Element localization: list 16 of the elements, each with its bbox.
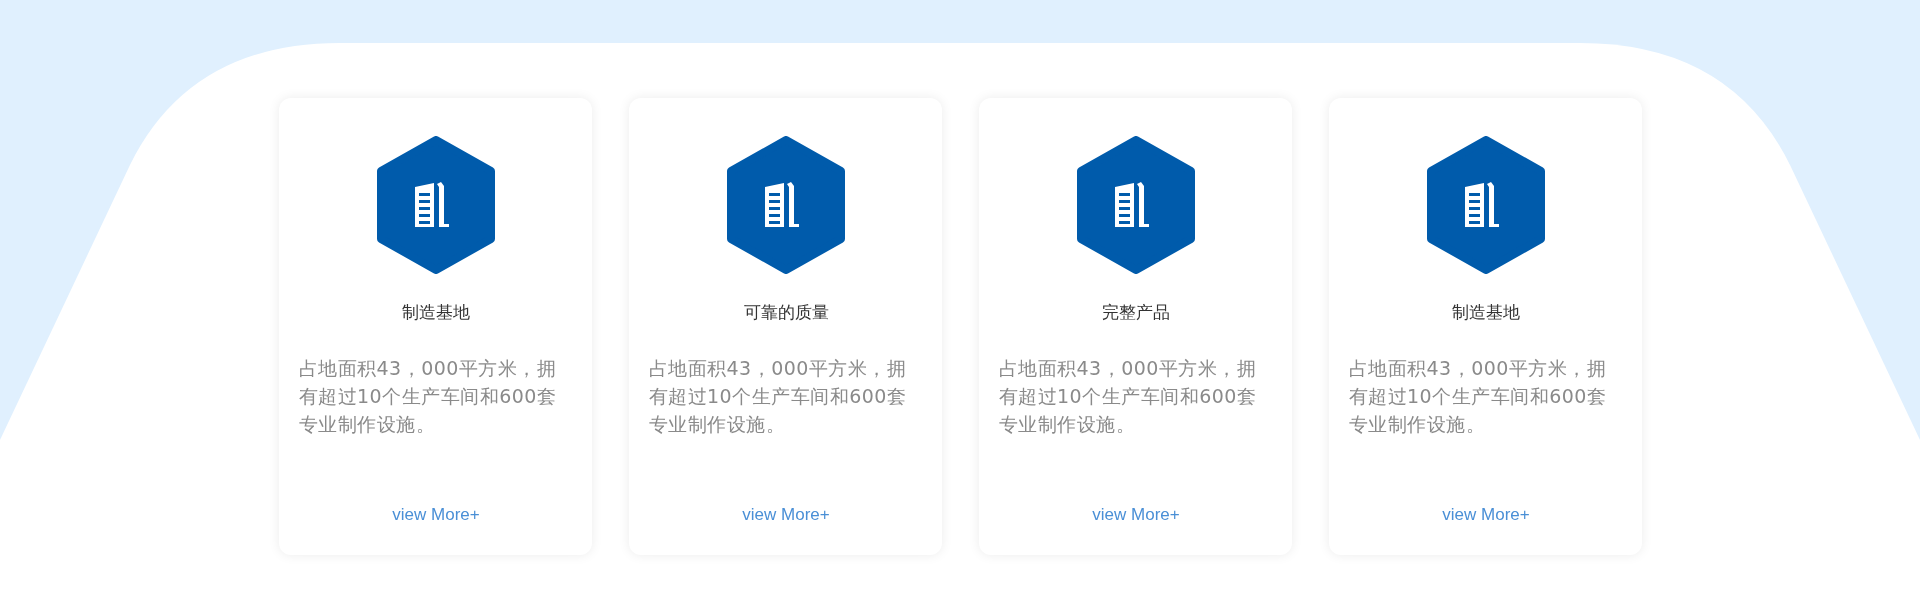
card-description: 占地面积43，000平方米，拥有超过10个生产车间和600套专业制作设施。 xyxy=(298,356,558,437)
building-icon xyxy=(725,136,847,274)
building-icon xyxy=(1075,136,1197,274)
card-title: 可靠的质量 xyxy=(743,301,829,324)
card-title: 完整产品 xyxy=(1102,301,1170,324)
building-icon xyxy=(375,136,497,274)
building-icon xyxy=(1425,136,1547,274)
card-description: 占地面积43，000平方米，拥有超过10个生产车间和600套专业制作设施。 xyxy=(648,356,908,437)
view-more-link[interactable]: view More+ xyxy=(742,505,830,525)
card-description: 占地面积43，000平方米，拥有超过10个生产车间和600套专业制作设施。 xyxy=(1348,356,1608,437)
card-title: 制造基地 xyxy=(402,301,470,324)
view-more-link[interactable]: view More+ xyxy=(392,505,480,525)
card-description: 占地面积43，000平方米，拥有超过10个生产车间和600套专业制作设施。 xyxy=(998,356,1258,437)
card-title: 制造基地 xyxy=(1452,301,1520,324)
view-more-link[interactable]: view More+ xyxy=(1092,505,1180,525)
view-more-link[interactable]: view More+ xyxy=(1442,505,1530,525)
